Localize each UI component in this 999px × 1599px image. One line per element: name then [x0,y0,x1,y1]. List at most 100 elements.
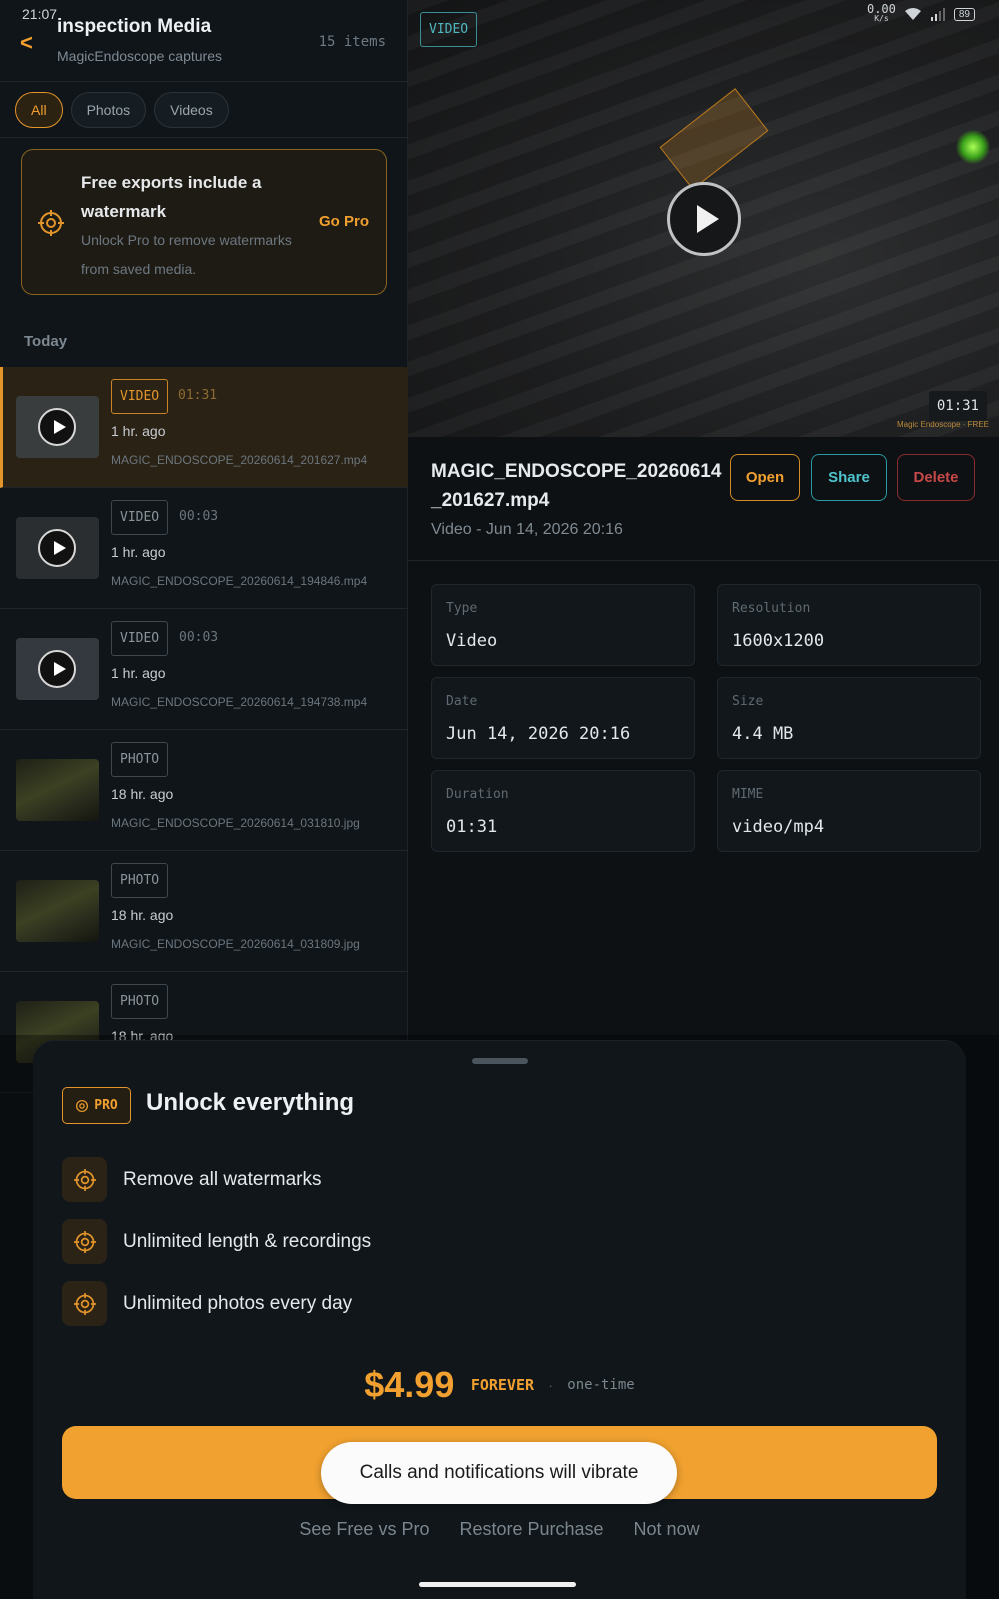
filter-chips: All Photos Videos [15,92,229,128]
field-value: Jun 14, 2026 20:16 [446,724,631,744]
feature-item: Unlimited photos every day [62,1281,352,1326]
promo-body: Unlock Pro to remove watermarks from sav… [81,232,292,277]
feature-label: Unlimited photos every day [123,1292,353,1314]
detail-header: MAGIC_ENDOSCOPE_20260614_201627.mp4 Vide… [408,437,999,561]
feature-label: Unlimited length & recordings [123,1230,372,1252]
field-label: Date [446,694,478,709]
field-size: Size 4.4 MB [717,677,981,759]
pro-upsell-sheet: PRO Unlock everything Remove all waterma… [33,1040,966,1599]
detail-filename: MAGIC_ENDOSCOPE_20260614_201627.mp4 [431,461,722,511]
field-label: Type [446,601,478,616]
preview-type-badge: VIDEO [420,12,478,47]
price-tag: FOREVER [470,1376,535,1394]
play-button[interactable] [667,182,741,256]
price-amount: $4.99 [364,1364,455,1405]
price-row: $4.99 FOREVER · one-time [33,1364,966,1406]
type-badge: VIDEO [111,621,169,656]
target-icon [62,1219,107,1264]
divider [0,137,408,138]
section-label: Today [24,333,68,350]
delete-button[interactable]: Delete [897,454,975,501]
list-item[interactable]: PHOTO 18 hr. ago MAGIC_ENDOSCOPE_2026061… [0,730,408,851]
type-badge: PHOTO [111,742,169,777]
video-thumbnail [16,517,99,579]
item-count: 15 items [318,34,386,50]
play-icon [38,650,76,688]
share-button[interactable]: Share [811,454,887,501]
field-value: 1600x1200 [732,631,825,651]
gesture-bar[interactable] [419,1582,576,1587]
page-title: inspection Media [57,16,212,37]
compare-plans-link[interactable]: See Free vs Pro [299,1519,429,1540]
field-type: Type Video [431,584,695,666]
back-button[interactable]: < [20,30,33,56]
time-ago: 1 hr. ago [111,423,166,439]
promo-title: Free exports include a watermark [81,173,262,221]
open-button[interactable]: Open [730,454,800,501]
video-timestamp: 01:31 [928,391,987,421]
photo-thumbnail [16,759,99,821]
list-item[interactable]: VIDEO 00:03 1 hr. ago MAGIC_ENDOSCOPE_20… [0,609,408,730]
list-item[interactable]: VIDEO 00:03 1 hr. ago MAGIC_ENDOSCOPE_20… [0,488,408,609]
media-list: VIDEO 01:31 1 hr. ago MAGIC_ENDOSCOPE_20… [0,367,408,1093]
type-badge: PHOTO [111,984,169,1019]
watermark-promo-card[interactable]: Free exports include a watermark Unlock … [21,149,387,295]
feature-item: Remove all watermarks [62,1157,322,1202]
field-label: Resolution [732,601,811,616]
filter-all[interactable]: All [15,92,63,128]
target-icon [76,1099,89,1112]
video-preview[interactable]: VIDEO 01:31 Magic Endoscope · FREE [408,0,999,437]
field-value: 01:31 [446,817,498,837]
video-thumbnail [16,638,99,700]
video-thumbnail [16,396,99,458]
time-ago: 1 hr. ago [111,665,166,681]
feature-label: Remove all watermarks [123,1168,322,1190]
restore-purchase-link[interactable]: Restore Purchase [459,1519,603,1540]
price-note: one-time [567,1377,635,1393]
field-label: Size [732,694,764,709]
drag-handle[interactable] [472,1058,528,1064]
feature-item: Unlimited length & recordings [62,1219,371,1264]
field-mime: MIME video/mp4 [717,770,981,852]
page-subtitle: MagicEndoscope captures [57,48,222,64]
field-value: Video [446,631,498,651]
list-item[interactable]: VIDEO 01:31 1 hr. ago MAGIC_ENDOSCOPE_20… [0,367,408,488]
toast: Calls and notifications will vibrate [321,1442,677,1504]
list-item[interactable]: PHOTO 18 hr. ago MAGIC_ENDOSCOPE_2026061… [0,851,408,972]
time-ago: 18 hr. ago [111,786,174,802]
file-name: MAGIC_ENDOSCOPE_20260614_194846.mp4 [111,574,368,588]
target-icon [38,210,64,236]
type-badge: VIDEO [111,500,169,535]
list-header: < inspection Media MagicEndoscope captur… [0,0,408,82]
type-badge: PHOTO [111,863,169,898]
field-label: MIME [732,787,764,802]
file-name: MAGIC_ENDOSCOPE_20260614_201627.mp4 [111,453,368,467]
preview-light [956,130,990,164]
field-resolution: Resolution 1600x1200 [717,584,981,666]
file-name: MAGIC_ENDOSCOPE_20260614_031810.jpg [111,816,360,830]
photo-thumbnail [16,880,99,942]
time-ago: 18 hr. ago [111,907,174,923]
file-name: MAGIC_ENDOSCOPE_20260614_031809.jpg [111,937,360,951]
duration: 00:03 [179,509,219,524]
field-duration: Duration 01:31 [431,770,695,852]
filter-videos[interactable]: Videos [154,92,229,128]
not-now-link[interactable]: Not now [634,1519,700,1540]
field-value: video/mp4 [732,817,825,837]
target-icon [62,1281,107,1326]
play-icon [38,529,76,567]
pro-badge: PRO [62,1087,131,1124]
detail-meta: Video - Jun 14, 2026 20:16 [431,521,623,538]
filter-photos[interactable]: Photos [70,92,147,128]
preview-watermark: Magic Endoscope · FREE [896,420,989,429]
duration: 00:03 [179,630,219,645]
play-icon [38,408,76,446]
field-label: Duration [446,787,509,802]
sheet-links: See Free vs Pro Restore Purchase Not now [33,1519,966,1540]
duration: 01:31 [178,388,218,403]
price-separator: · [548,1377,553,1393]
go-pro-button[interactable]: Go Pro [319,213,369,230]
field-date: Date Jun 14, 2026 20:16 [431,677,695,759]
type-badge: VIDEO [111,379,169,414]
field-value: 4.4 MB [732,724,794,744]
